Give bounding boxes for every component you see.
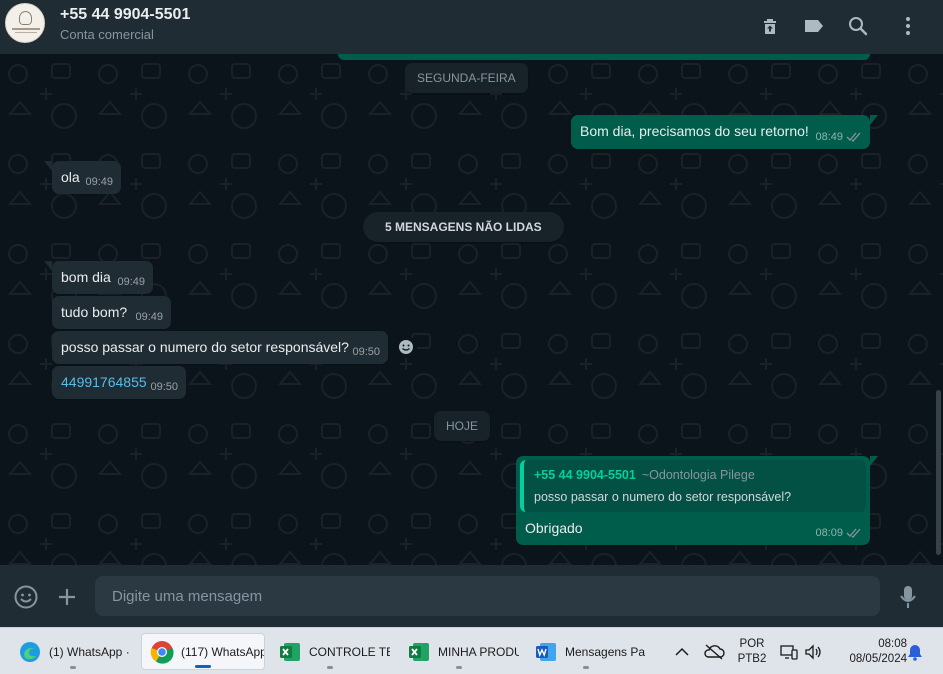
message-text: ola <box>61 169 80 185</box>
taskbar-app-edge[interactable]: (1) WhatsApp · <box>10 633 136 670</box>
unread-divider: 5 MENSAGENS NÃO LIDAS <box>363 212 564 242</box>
message-bubble-incoming[interactable]: bom dia 09:49 <box>44 261 153 294</box>
previous-message-edge <box>338 54 870 60</box>
attach-plus-icon[interactable] <box>54 584 80 610</box>
date-divider: SEGUNDA-FEIRA <box>405 63 528 93</box>
notification-bell-icon[interactable] <box>906 643 924 666</box>
message-time: 09:49 <box>85 176 113 188</box>
taskbar-app-excel[interactable]: MINHA PRODU <box>399 633 519 670</box>
volume-icon[interactable] <box>803 642 823 667</box>
label-icon[interactable] <box>802 14 826 38</box>
chrome-icon <box>150 640 174 664</box>
clock-date: 08/05/2024 <box>849 653 907 665</box>
quoted-text: posso passar o numero do setor responsáv… <box>534 490 792 504</box>
excel-icon <box>280 642 300 661</box>
date-divider: HOJE <box>434 411 491 441</box>
contact-name[interactable]: +55 44 9904-5501 <box>60 6 190 24</box>
avatar[interactable] <box>5 3 45 43</box>
quoted-message[interactable]: +55 44 9904-5501 ~Odontologia Pilege poss… <box>520 460 866 512</box>
message-bubble-incoming[interactable]: 44991764855 09:50 <box>52 366 186 399</box>
excel-icon <box>409 642 429 661</box>
message-time: 09:50 <box>352 346 380 358</box>
message-text: bom dia <box>61 269 111 285</box>
edge-icon <box>20 641 40 662</box>
quoted-author: +55 44 9904-5501 ~Odontologia Pilege <box>534 468 755 482</box>
message-text: tudo bom? <box>61 304 128 320</box>
quoted-alias: ~Odontologia Pilege <box>641 468 755 482</box>
archive-icon[interactable] <box>758 14 782 38</box>
emoji-react-icon[interactable] <box>395 336 417 358</box>
display-phone-icon[interactable] <box>779 642 799 667</box>
microphone-icon[interactable] <box>895 584 921 610</box>
message-text: Obrigado <box>525 520 583 536</box>
message-time: 09:49 <box>135 311 163 323</box>
double-check-icon <box>846 132 861 142</box>
windows-taskbar: (1) WhatsApp · (117) WhatsApp CONTROLE T… <box>0 627 943 674</box>
message-text: posso passar o numero do setor responsáv… <box>61 339 349 355</box>
message-input[interactable] <box>95 576 880 616</box>
message-text: Bom dia, precisamos do seu retorno! <box>580 123 809 139</box>
clock-time: 08:08 <box>878 638 907 650</box>
taskbar-app-label: (117) WhatsApp <box>181 644 264 659</box>
message-time: 08:09 <box>815 527 862 539</box>
message-bubble-incoming[interactable]: posso passar o numero do setor responsáv… <box>52 331 388 364</box>
taskbar-app-excel[interactable]: CONTROLE TE <box>270 633 390 670</box>
search-icon[interactable] <box>846 14 870 38</box>
menu-kebab-icon[interactable] <box>896 14 920 38</box>
message-time: 09:50 <box>150 381 178 393</box>
message-bubble-outgoing[interactable]: Bom dia, precisamos do seu retorno! 08:4… <box>571 115 878 149</box>
chevron-up-icon[interactable] <box>672 642 692 667</box>
double-check-icon <box>846 528 861 538</box>
taskbar-app-label: MINHA PRODU <box>438 644 519 659</box>
message-bubble-incoming[interactable]: tudo bom? 09:49 <box>52 296 171 329</box>
scrollbar[interactable] <box>936 390 941 555</box>
cloud-off-icon[interactable] <box>703 642 725 667</box>
input-language[interactable]: POR PTB2 <box>734 637 770 667</box>
word-icon <box>536 642 556 661</box>
phone-link[interactable]: 44991764855 <box>61 374 147 390</box>
message-list[interactable]: SEGUNDA-FEIRA Bom dia, precisamos do seu… <box>0 54 943 565</box>
clock[interactable]: 08:08 08/05/2024 <box>833 637 907 667</box>
message-time: 09:49 <box>117 276 145 288</box>
taskbar-app-label: CONTROLE TE <box>309 644 390 659</box>
chat-header: +55 44 9904-5501 Conta comercial <box>0 0 943 54</box>
taskbar-app-chrome[interactable]: (117) WhatsApp <box>141 633 265 670</box>
message-bubble-outgoing[interactable]: +55 44 9904-5501 ~Odontologia Pilege poss… <box>516 456 878 545</box>
taskbar-app-word[interactable]: Mensagens Pa <box>526 633 646 670</box>
contact-subtitle: Conta comercial <box>60 27 154 42</box>
taskbar-app-label: Mensagens Pa <box>565 644 646 659</box>
emoji-icon[interactable] <box>13 584 39 610</box>
whatsapp-window: +55 44 9904-5501 Conta comercial SEGUNDA… <box>0 0 943 674</box>
composer-bar <box>0 565 943 627</box>
message-time: 08:49 <box>815 131 862 143</box>
taskbar-app-label: (1) WhatsApp · <box>49 644 130 659</box>
message-bubble-incoming[interactable]: ola 09:49 <box>44 161 121 194</box>
